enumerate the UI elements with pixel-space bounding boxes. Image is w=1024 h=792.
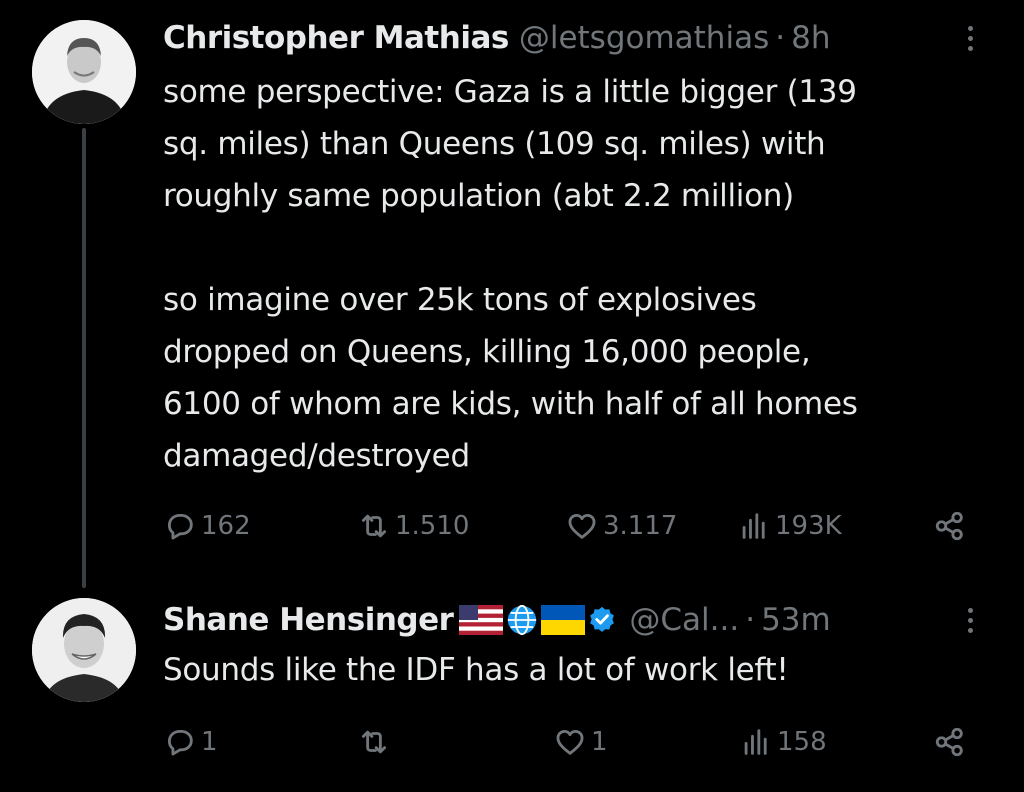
retweet-button[interactable]: 1.510 bbox=[357, 506, 469, 546]
tweet-header: Shane Hensinger @Cal... · 53m bbox=[163, 600, 831, 640]
globe-icon bbox=[508, 604, 537, 636]
more-options-icon[interactable] bbox=[955, 600, 985, 640]
views-chart-icon bbox=[742, 513, 765, 539]
share-button[interactable] bbox=[933, 722, 971, 762]
verified-badge-icon bbox=[590, 606, 615, 632]
tweet-text: some perspective: Gaza is a little bigge… bbox=[163, 74, 858, 474]
avatar[interactable] bbox=[32, 20, 136, 124]
like-count: 3.117 bbox=[603, 511, 678, 541]
views-chart-icon bbox=[744, 729, 767, 755]
heart-icon bbox=[568, 513, 596, 539]
tweet-1[interactable]: Christopher Mathias @letsgomathias · 8h … bbox=[0, 0, 1024, 590]
tweet-timestamp[interactable]: 53m bbox=[761, 600, 831, 640]
views-button[interactable]: 193K bbox=[737, 506, 842, 546]
share-icon bbox=[935, 727, 963, 757]
tweet-text: Sounds like the IDF has a lot of work le… bbox=[163, 652, 789, 688]
share-button[interactable] bbox=[933, 506, 971, 546]
ukraine-flag-icon bbox=[541, 605, 586, 635]
avatar-photo-icon bbox=[32, 598, 136, 702]
author-name[interactable]: Christopher Mathias bbox=[163, 18, 509, 58]
like-count: 1 bbox=[591, 727, 608, 757]
header-separator: · bbox=[745, 602, 756, 638]
reply-count: 1 bbox=[201, 727, 218, 757]
header-separator: · bbox=[775, 20, 786, 56]
us-flag-icon bbox=[459, 605, 504, 635]
retweet-icon bbox=[361, 730, 387, 754]
retweet-button[interactable] bbox=[357, 722, 395, 762]
thread-connector-line bbox=[82, 128, 86, 588]
avatar-photo-icon bbox=[32, 20, 136, 124]
author-name[interactable]: Shane Hensinger bbox=[163, 600, 454, 640]
like-button[interactable]: 3.117 bbox=[565, 506, 677, 546]
views-count: 193K bbox=[775, 511, 842, 541]
views-count: 158 bbox=[777, 727, 827, 757]
author-handle[interactable]: @letsgomathias bbox=[519, 18, 769, 58]
tweet-timestamp[interactable]: 8h bbox=[791, 18, 830, 58]
retweet-count: 1.510 bbox=[395, 511, 470, 541]
tweet-2[interactable]: Shane Hensinger @Cal... · 53m Sounds lik… bbox=[0, 590, 1024, 792]
reply-icon bbox=[167, 729, 193, 756]
share-icon bbox=[935, 511, 963, 541]
tweet-header: Christopher Mathias @letsgomathias · 8h bbox=[163, 18, 830, 58]
tweet-actions: 162 1.510 3.117 193K bbox=[163, 506, 983, 546]
avatar[interactable] bbox=[32, 598, 136, 702]
reply-button[interactable]: 162 bbox=[163, 506, 251, 546]
more-options-icon[interactable] bbox=[955, 18, 985, 58]
reply-button[interactable]: 1 bbox=[163, 722, 218, 762]
tweet-actions: 1 1 158 bbox=[163, 722, 983, 762]
name-badges bbox=[459, 603, 619, 637]
reply-count: 162 bbox=[201, 511, 251, 541]
heart-icon bbox=[556, 729, 584, 755]
like-button[interactable]: 1 bbox=[553, 722, 608, 762]
author-handle[interactable]: @Cal... bbox=[629, 600, 739, 640]
retweet-icon bbox=[361, 514, 387, 538]
reply-icon bbox=[167, 513, 193, 540]
views-button[interactable]: 158 bbox=[739, 722, 827, 762]
